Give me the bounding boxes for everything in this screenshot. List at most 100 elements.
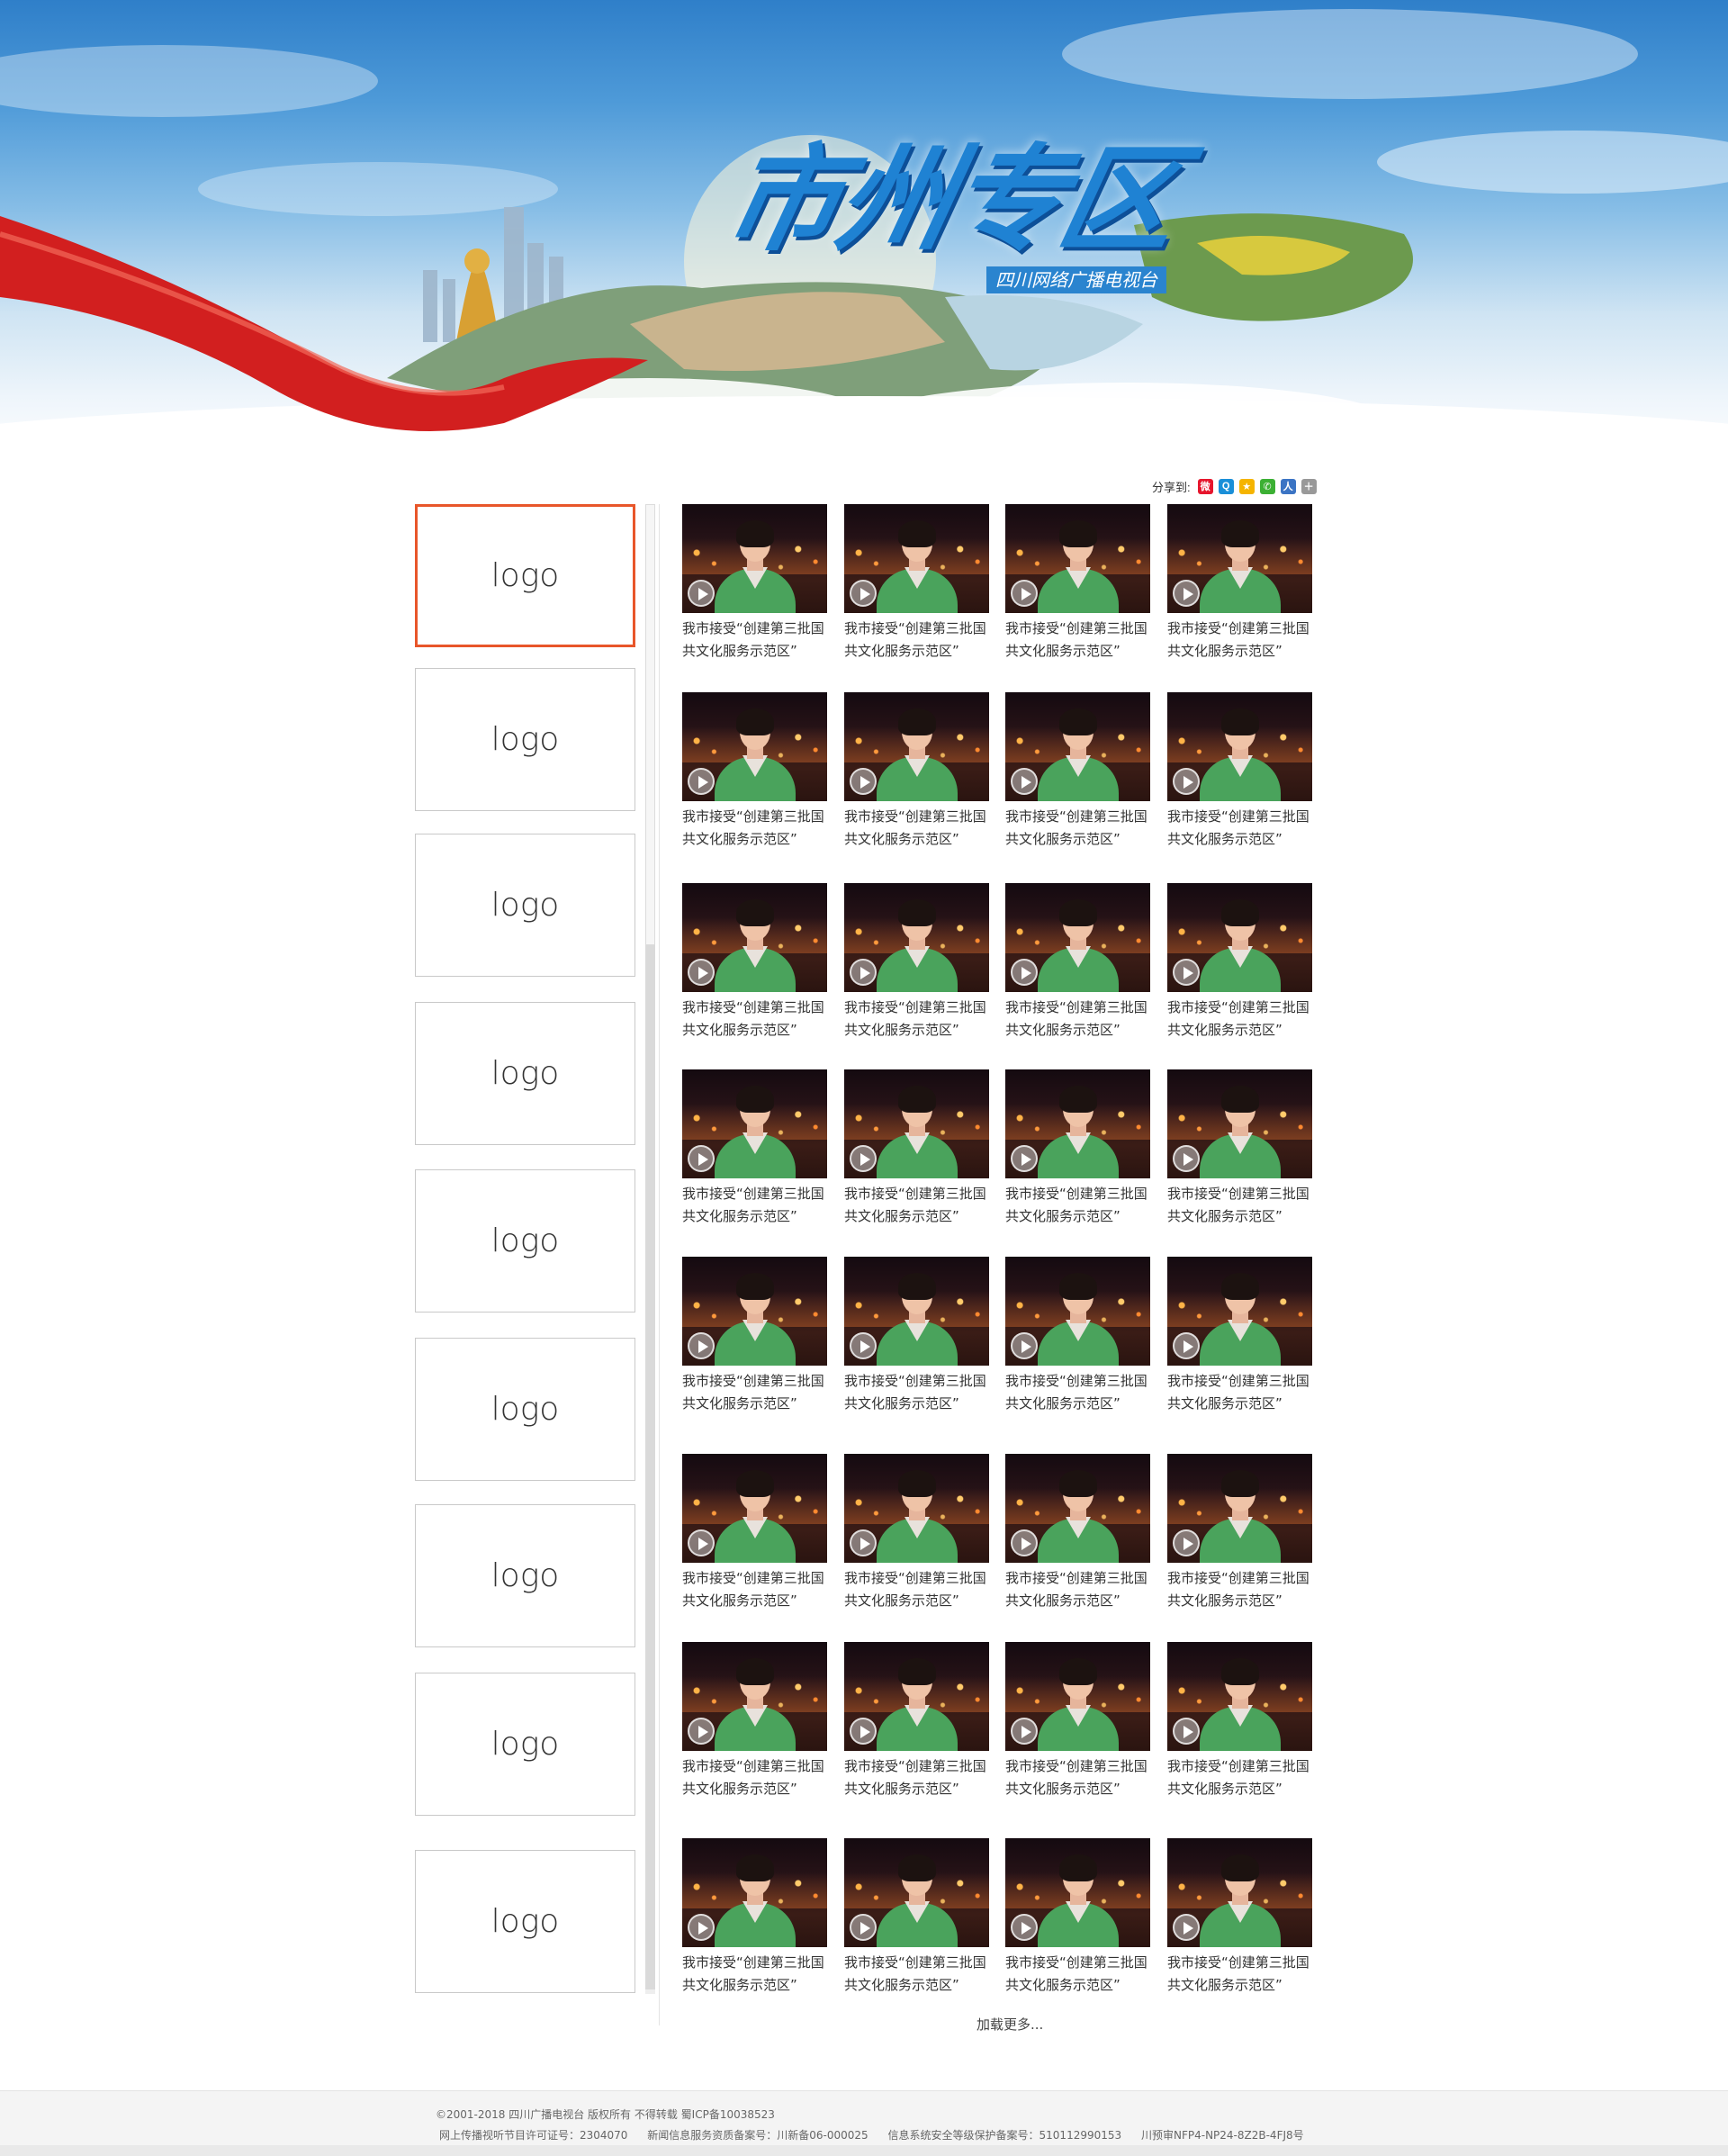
video-caption[interactable]: 我市接受“创建第三批国 共文化服务示范区”	[1167, 1370, 1320, 1415]
play-icon[interactable]	[688, 1332, 715, 1359]
city-logo-item[interactable]: logo	[415, 504, 635, 647]
video-card[interactable]: 我市接受“创建第三批国 共文化服务示范区”	[1005, 883, 1154, 1042]
play-icon[interactable]	[1011, 1718, 1038, 1745]
play-icon[interactable]	[1173, 1914, 1200, 1941]
video-caption[interactable]: 我市接受“创建第三批国 共文化服务示范区”	[844, 618, 997, 663]
video-card[interactable]: 我市接受“创建第三批国 共文化服务示范区”	[844, 1069, 993, 1228]
city-logo-item[interactable]: logo	[415, 1169, 635, 1313]
video-thumbnail[interactable]	[844, 692, 989, 801]
video-thumbnail[interactable]	[682, 504, 827, 613]
play-icon[interactable]	[850, 1529, 877, 1556]
play-icon[interactable]	[1011, 1914, 1038, 1941]
play-icon[interactable]	[688, 1529, 715, 1556]
play-icon[interactable]	[1173, 1529, 1200, 1556]
video-card[interactable]: 我市接受“创建第三批国 共文化服务示范区”	[682, 1642, 831, 1800]
city-logo-item[interactable]: logo	[415, 834, 635, 977]
video-thumbnail[interactable]	[844, 1257, 989, 1366]
video-thumbnail[interactable]	[844, 883, 989, 992]
video-thumbnail[interactable]	[1167, 692, 1312, 801]
video-card[interactable]: 我市接受“创建第三批国 共文化服务示范区”	[1167, 1642, 1316, 1800]
video-thumbnail[interactable]	[1005, 1257, 1150, 1366]
video-thumbnail[interactable]	[1005, 883, 1150, 992]
video-thumbnail[interactable]	[1167, 1069, 1312, 1178]
video-card[interactable]: 我市接受“创建第三批国 共文化服务示范区”	[1005, 1257, 1154, 1415]
video-card[interactable]: 我市接受“创建第三批国 共文化服务示范区”	[682, 692, 831, 851]
video-caption[interactable]: 我市接受“创建第三批国 共文化服务示范区”	[682, 618, 835, 663]
video-card[interactable]: 我市接受“创建第三批国 共文化服务示范区”	[1005, 1838, 1154, 1997]
video-thumbnail[interactable]	[1167, 504, 1312, 613]
video-card[interactable]: 我市接受“创建第三批国 共文化服务示范区”	[682, 1069, 831, 1228]
city-logo-item[interactable]: logo	[415, 1504, 635, 1647]
video-caption[interactable]: 我市接受“创建第三批国 共文化服务示范区”	[682, 1755, 835, 1800]
video-thumbnail[interactable]	[1167, 1454, 1312, 1563]
video-thumbnail[interactable]	[1005, 504, 1150, 613]
play-icon[interactable]	[1011, 1529, 1038, 1556]
video-card[interactable]: 我市接受“创建第三批国 共文化服务示范区”	[844, 692, 993, 851]
city-logo-item[interactable]: logo	[415, 1673, 635, 1816]
video-card[interactable]: 我市接受“创建第三批国 共文化服务示范区”	[1167, 1838, 1316, 1997]
wechat-icon[interactable]: ✆	[1259, 478, 1275, 494]
play-icon[interactable]	[850, 1914, 877, 1941]
video-card[interactable]: 我市接受“创建第三批国 共文化服务示范区”	[682, 1838, 831, 1997]
video-card[interactable]: 我市接受“创建第三批国 共文化服务示范区”	[1167, 1257, 1316, 1415]
video-card[interactable]: 我市接受“创建第三批国 共文化服务示范区”	[1167, 1069, 1316, 1228]
video-caption[interactable]: 我市接受“创建第三批国 共文化服务示范区”	[1167, 618, 1320, 663]
play-icon[interactable]	[850, 580, 877, 607]
video-card[interactable]: 我市接受“创建第三批国 共文化服务示范区”	[1005, 1069, 1154, 1228]
video-card[interactable]: 我市接受“创建第三批国 共文化服务示范区”	[682, 1454, 831, 1612]
city-logo-item[interactable]: logo	[415, 668, 635, 811]
video-thumbnail[interactable]	[1005, 1454, 1150, 1563]
video-caption[interactable]: 我市接受“创建第三批国 共文化服务示范区”	[1167, 1567, 1320, 1612]
video-caption[interactable]: 我市接受“创建第三批国 共文化服务示范区”	[1005, 1567, 1158, 1612]
video-caption[interactable]: 我市接受“创建第三批国 共文化服务示范区”	[844, 806, 997, 851]
play-icon[interactable]	[850, 1718, 877, 1745]
play-icon[interactable]	[688, 1718, 715, 1745]
video-thumbnail[interactable]	[844, 1838, 989, 1947]
video-thumbnail[interactable]	[844, 1069, 989, 1178]
video-thumbnail[interactable]	[682, 692, 827, 801]
video-caption[interactable]: 我市接受“创建第三批国 共文化服务示范区”	[1005, 1755, 1158, 1800]
play-icon[interactable]	[1173, 959, 1200, 986]
video-thumbnail[interactable]	[682, 1838, 827, 1947]
more-share-icon[interactable]: ＋	[1300, 478, 1317, 494]
play-icon[interactable]	[850, 1145, 877, 1172]
city-logo-item[interactable]: logo	[415, 1002, 635, 1145]
play-icon[interactable]	[688, 1914, 715, 1941]
play-icon[interactable]	[688, 1145, 715, 1172]
city-logo-item[interactable]: logo	[415, 1338, 635, 1481]
play-icon[interactable]	[1011, 580, 1038, 607]
play-icon[interactable]	[1011, 768, 1038, 795]
video-card[interactable]: 我市接受“创建第三批国 共文化服务示范区”	[1167, 504, 1316, 663]
video-caption[interactable]: 我市接受“创建第三批国 共文化服务示范区”	[682, 1370, 835, 1415]
video-caption[interactable]: 我市接受“创建第三批国 共文化服务示范区”	[1167, 1755, 1320, 1800]
video-thumbnail[interactable]	[682, 1454, 827, 1563]
logo-list-scrollbar-upper[interactable]	[645, 504, 655, 945]
video-caption[interactable]: 我市接受“创建第三批国 共文化服务示范区”	[1005, 806, 1158, 851]
video-card[interactable]: 我市接受“创建第三批国 共文化服务示范区”	[844, 883, 993, 1042]
play-icon[interactable]	[850, 959, 877, 986]
play-icon[interactable]	[1173, 768, 1200, 795]
play-icon[interactable]	[1173, 1145, 1200, 1172]
video-caption[interactable]: 我市接受“创建第三批国 共文化服务示范区”	[682, 1952, 835, 1997]
play-icon[interactable]	[1011, 1332, 1038, 1359]
video-caption[interactable]: 我市接受“创建第三批国 共文化服务示范区”	[844, 1370, 997, 1415]
video-caption[interactable]: 我市接受“创建第三批国 共文化服务示范区”	[682, 997, 835, 1042]
video-thumbnail[interactable]	[1005, 1069, 1150, 1178]
weibo-icon[interactable]: 微	[1197, 478, 1213, 494]
load-more-link[interactable]: 加载更多...	[976, 2015, 1043, 2034]
video-card[interactable]: 我市接受“创建第三批国 共文化服务示范区”	[844, 1642, 993, 1800]
video-thumbnail[interactable]	[844, 504, 989, 613]
play-icon[interactable]	[1011, 1145, 1038, 1172]
play-icon[interactable]	[850, 768, 877, 795]
video-card[interactable]: 我市接受“创建第三批国 共文化服务示范区”	[1167, 883, 1316, 1042]
qq-icon[interactable]: Q	[1218, 478, 1234, 494]
video-caption[interactable]: 我市接受“创建第三批国 共文化服务示范区”	[844, 1755, 997, 1800]
video-caption[interactable]: 我市接受“创建第三批国 共文化服务示范区”	[1167, 806, 1320, 851]
video-caption[interactable]: 我市接受“创建第三批国 共文化服务示范区”	[1005, 997, 1158, 1042]
video-card[interactable]: 我市接受“创建第三批国 共文化服务示范区”	[682, 1257, 831, 1415]
renren-icon[interactable]: 人	[1280, 478, 1296, 494]
video-thumbnail[interactable]	[1167, 883, 1312, 992]
video-card[interactable]: 我市接受“创建第三批国 共文化服务示范区”	[1005, 1642, 1154, 1800]
video-caption[interactable]: 我市接受“创建第三批国 共文化服务示范区”	[682, 806, 835, 851]
logo-list-scrollbar-thumb[interactable]	[645, 945, 655, 1989]
